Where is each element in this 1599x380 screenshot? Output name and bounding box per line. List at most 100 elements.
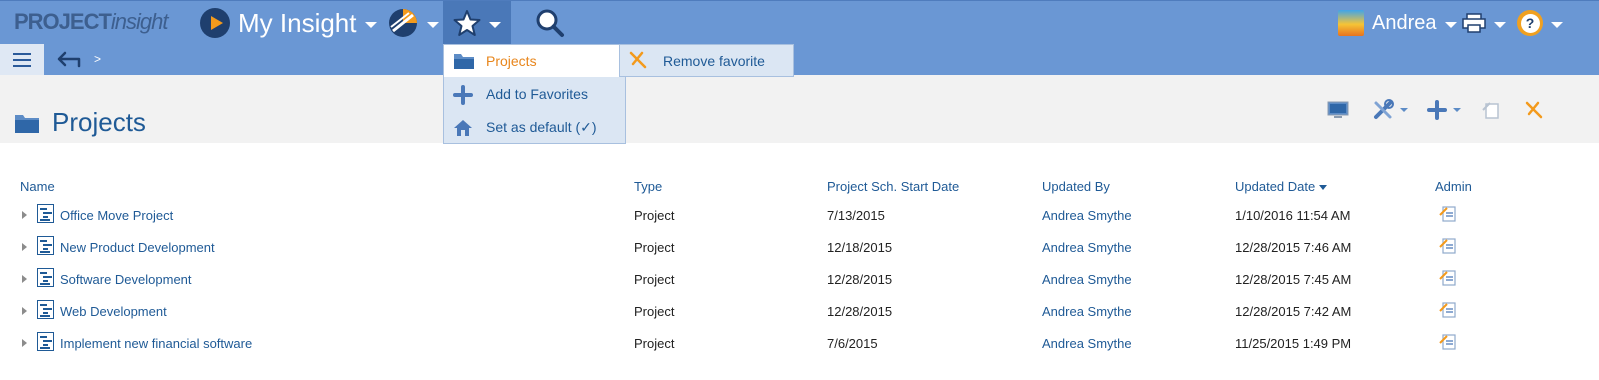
add-menu-button[interactable] bbox=[1427, 99, 1461, 121]
project-name-link[interactable]: New Product Development bbox=[60, 240, 215, 255]
favorite-item-projects[interactable]: Projects bbox=[444, 45, 625, 77]
updated-by-link[interactable]: Andrea Smythe bbox=[1042, 208, 1132, 223]
page-header: Projects bbox=[0, 75, 1599, 143]
project-icon bbox=[37, 300, 54, 319]
project-type: Project bbox=[634, 240, 675, 255]
sort-descending-icon bbox=[1319, 185, 1328, 191]
favorites-tab[interactable] bbox=[443, 1, 511, 45]
edit-admin-icon[interactable] bbox=[1438, 269, 1458, 292]
printer-icon bbox=[1462, 13, 1486, 33]
project-type: Project bbox=[634, 304, 675, 319]
table-row[interactable]: Office Move Project Project 7/13/2015 Andre… bbox=[0, 200, 1599, 232]
back-arrow-icon bbox=[57, 51, 81, 68]
column-header-start-date[interactable]: Project Sch. Start Date bbox=[827, 179, 959, 194]
play-icon bbox=[200, 8, 230, 38]
display-mode-button[interactable] bbox=[1327, 99, 1349, 121]
column-header-admin: Admin bbox=[1435, 179, 1472, 194]
expand-row-icon[interactable] bbox=[22, 339, 27, 347]
updated-by-link[interactable]: Andrea Smythe bbox=[1042, 272, 1132, 287]
print-menu[interactable] bbox=[1462, 1, 1506, 45]
set-as-default-item[interactable]: Set as default (✓) bbox=[444, 111, 625, 143]
expand-row-icon[interactable] bbox=[22, 275, 27, 283]
star-icon bbox=[453, 10, 481, 36]
chevron-down-icon bbox=[1551, 22, 1563, 28]
start-date: 12/18/2015 bbox=[827, 240, 893, 255]
updated-date: 12/28/2015 7:46 AM bbox=[1235, 240, 1352, 255]
monitor-icon bbox=[1327, 101, 1349, 118]
my-insight-menu[interactable]: My Insight bbox=[200, 1, 377, 45]
updated-by-link[interactable]: Andrea Smythe bbox=[1042, 240, 1132, 255]
hamburger-menu-button[interactable] bbox=[0, 44, 44, 75]
unpin-icon bbox=[628, 50, 648, 75]
search-button[interactable] bbox=[535, 1, 565, 45]
menu-item-label: Remove favorite bbox=[663, 53, 765, 69]
user-menu[interactable]: Andrea bbox=[1338, 1, 1457, 45]
chevron-down-icon bbox=[1494, 22, 1506, 28]
edit-document-icon bbox=[1482, 102, 1499, 119]
table-row[interactable]: Implement new financial software Project 7… bbox=[0, 328, 1599, 360]
back-button[interactable] bbox=[56, 50, 82, 73]
project-type: Project bbox=[634, 208, 675, 223]
edit-admin-icon[interactable] bbox=[1438, 301, 1458, 324]
chevron-down-icon bbox=[1453, 108, 1461, 112]
updated-by-link[interactable]: Andrea Smythe bbox=[1042, 304, 1132, 319]
project-icon bbox=[37, 332, 54, 351]
reports-icon bbox=[389, 9, 417, 37]
start-date: 12/28/2015 bbox=[827, 304, 893, 319]
column-header-type[interactable]: Type bbox=[634, 179, 662, 194]
folder-icon bbox=[15, 114, 39, 133]
edit-admin-icon[interactable] bbox=[1438, 237, 1458, 260]
app-logo[interactable]: PROJECTinsight bbox=[14, 9, 169, 35]
column-header-name[interactable]: Name bbox=[20, 179, 55, 194]
project-name-link[interactable]: Web Development bbox=[60, 304, 167, 319]
breadcrumb-bar: > bbox=[0, 44, 1599, 75]
home-icon bbox=[453, 118, 473, 143]
expand-row-icon[interactable] bbox=[22, 243, 27, 251]
my-insight-label: My Insight bbox=[238, 7, 357, 38]
chevron-down-icon bbox=[427, 22, 439, 28]
project-name-link[interactable]: Software Development bbox=[60, 272, 192, 287]
help-menu[interactable]: ? bbox=[1517, 1, 1563, 45]
project-type: Project bbox=[634, 272, 675, 287]
column-header-updated-date[interactable]: Updated Date bbox=[1235, 179, 1328, 194]
edit-admin-icon[interactable] bbox=[1438, 333, 1458, 356]
reports-menu[interactable] bbox=[387, 1, 439, 45]
updated-date: 12/28/2015 7:42 AM bbox=[1235, 304, 1352, 319]
folder-icon bbox=[453, 52, 475, 75]
project-icon bbox=[37, 204, 54, 223]
updated-by-link[interactable]: Andrea Smythe bbox=[1042, 336, 1132, 351]
project-type: Project bbox=[634, 336, 675, 351]
menu-item-label: Projects bbox=[486, 53, 537, 69]
remove-favorite-toolbar-button[interactable] bbox=[1524, 99, 1544, 121]
updated-date: 11/25/2015 1:49 PM bbox=[1235, 336, 1352, 351]
tools-menu-button[interactable] bbox=[1372, 99, 1408, 121]
edit-button[interactable] bbox=[1481, 99, 1501, 121]
menu-item-label: Set as default (✓) bbox=[486, 118, 597, 135]
project-name-link[interactable]: Office Move Project bbox=[60, 208, 173, 223]
table-row[interactable]: Web Development Project 12/28/2015 Andrea S… bbox=[0, 296, 1599, 328]
expand-row-icon[interactable] bbox=[22, 211, 27, 219]
column-header-updated-by[interactable]: Updated By bbox=[1042, 179, 1110, 194]
add-to-favorites-item[interactable]: Add to Favorites bbox=[444, 78, 625, 110]
chevron-down-icon bbox=[364, 22, 377, 28]
table-row[interactable]: Software Development Project 12/28/2015 And… bbox=[0, 264, 1599, 296]
page-title-group: Projects bbox=[14, 107, 146, 138]
expand-row-icon[interactable] bbox=[22, 307, 27, 315]
plus-icon bbox=[453, 85, 473, 110]
help-icon: ? bbox=[1517, 10, 1543, 36]
wrench-icon bbox=[1374, 99, 1394, 119]
table-row[interactable]: New Product Development Project 12/18/2015… bbox=[0, 232, 1599, 264]
menu-item-label: Add to Favorites bbox=[486, 86, 588, 102]
start-date: 12/28/2015 bbox=[827, 272, 893, 287]
chevron-down-icon bbox=[489, 22, 501, 28]
remove-favorite-item[interactable]: Remove favorite bbox=[619, 44, 794, 77]
chevron-down-icon bbox=[1444, 22, 1457, 28]
start-date: 7/6/2015 bbox=[827, 336, 878, 351]
plus-icon bbox=[1427, 100, 1447, 120]
search-icon bbox=[536, 9, 564, 37]
edit-admin-icon[interactable] bbox=[1438, 205, 1458, 228]
favorites-dropdown: Projects Add to Favorites Set as default… bbox=[443, 44, 626, 144]
updated-date: 12/28/2015 7:45 AM bbox=[1235, 272, 1352, 287]
updated-date: 1/10/2016 11:54 AM bbox=[1235, 208, 1351, 223]
project-name-link[interactable]: Implement new financial software bbox=[60, 336, 252, 351]
